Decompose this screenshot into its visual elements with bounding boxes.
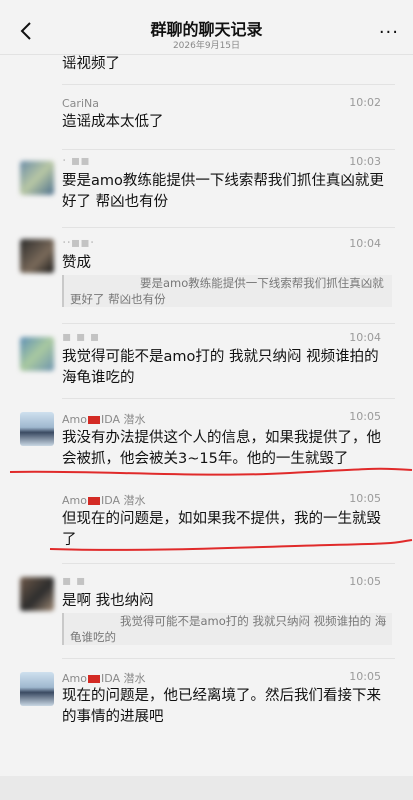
- sender-name: ··▪▪·: [62, 235, 95, 251]
- sender-name: CariNa: [62, 97, 99, 110]
- quoted-message[interactable]: 要是amo教练能提供一下线索帮我们抓住真凶就更好了 帮凶也有份: [62, 275, 392, 307]
- message-row: ▪ ▪ 10:05 是啊 我也纳闷 我觉得可能不是amo打的 我就只纳闷 视频谁…: [0, 563, 413, 658]
- message-row: Amo IDA 潜水 10:05 但现在的问题是，如如果我不提供，我的一生就毁了: [0, 480, 413, 552]
- chat-header: 群聊的聊天记录 2026年9月15日 ···: [0, 0, 413, 55]
- avatar[interactable]: [20, 412, 54, 446]
- sender-name: ▪ ▪: [62, 573, 86, 589]
- sender-name: · ▪▪: [62, 153, 90, 169]
- message-text: 造谣成本太低了: [62, 114, 164, 130]
- message-text: 谣视频了: [62, 56, 120, 72]
- chat-date: 2026年9月15日: [172, 41, 241, 51]
- flag-icon: [87, 675, 100, 683]
- message-row: Amo IDA 潜水 10:05 我没有办法提供这个人的信息，如果我提供了，他会被…: [0, 398, 413, 480]
- message-text: 赞成: [62, 255, 91, 271]
- message-row: · ▪▪ 10:03 要是amo教练能提供一下线索帮我们抓住真凶就更好了 帮凶也…: [0, 149, 413, 229]
- message-text: 是啊 我也纳闷: [62, 593, 154, 609]
- sender-name: Amo IDA 潜水: [62, 672, 146, 685]
- sender-name: Amo IDA 潜水: [62, 494, 146, 507]
- message-time: 10:02: [349, 96, 381, 109]
- message-time: 10:04: [349, 237, 381, 250]
- page-title: 群聊的聊天记录: [150, 20, 263, 39]
- message-text: 但现在的问题是，如如果我不提供，我的一生就毁了: [62, 511, 381, 548]
- message-time: 10:05: [349, 575, 381, 588]
- bottom-bar: [0, 776, 413, 800]
- avatar[interactable]: [20, 672, 54, 706]
- avatar[interactable]: [20, 337, 54, 371]
- flag-icon: [87, 497, 100, 505]
- flag-icon: [87, 416, 100, 424]
- message-text: 现在的问题是，他已经离境了。然后我们看接下来的事情的进展吧: [62, 688, 381, 725]
- message-time: 10:05: [349, 670, 381, 683]
- message-row: ··▪▪· 10:04 赞成 要是amo教练能提供一下线索帮我们抓住真凶就更好了…: [0, 227, 413, 323]
- message-time: 10:05: [349, 410, 381, 423]
- message-row: ▪ ▪ ▪ 10:04 我觉得可能不是amo打的 我就只纳闷 视频谁拍的 海龟谁…: [0, 323, 413, 395]
- sender-name: Amo IDA 潜水: [62, 413, 146, 426]
- message-time: 10:03: [349, 155, 381, 168]
- avatar[interactable]: [20, 161, 54, 195]
- sender-name: ▪ ▪ ▪: [62, 329, 100, 345]
- message-text: 我没有办法提供这个人的信息，如果我提供了，他会被抓，他会被关3~15年。他的一生…: [62, 430, 381, 467]
- message-text: 我觉得可能不是amo打的 我就只纳闷 视频谁拍的 海龟谁吃的: [62, 349, 379, 386]
- message-time: 10:05: [349, 492, 381, 505]
- message-row: CariNa 10:02 造谣成本太低了: [0, 84, 413, 148]
- message-text: 要是amo教练能提供一下线索帮我们抓住真凶就更好了 帮凶也有份: [62, 173, 384, 210]
- more-options-icon[interactable]: ···: [379, 22, 399, 43]
- message-row: Amo IDA 潜水 10:05 现在的问题是，他已经离境了。然后我们看接下来的事…: [0, 658, 413, 758]
- message-time: 10:04: [349, 331, 381, 344]
- avatar[interactable]: [20, 577, 54, 611]
- quoted-message[interactable]: 我觉得可能不是amo打的 我就只纳闷 视频谁拍的 海龟谁吃的: [62, 613, 392, 645]
- avatar[interactable]: [20, 239, 54, 273]
